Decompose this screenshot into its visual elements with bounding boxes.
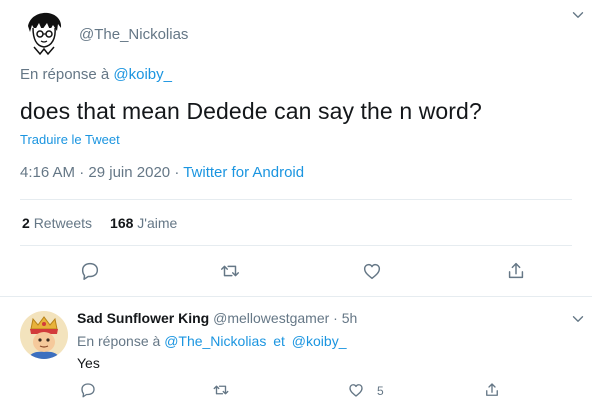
reply-context: En réponse à @The_Nickolias et @koiby_ xyxy=(77,333,346,349)
reply-tweet[interactable]: Sad Sunflower King @mellowestgamer · 5h … xyxy=(0,297,592,411)
tweet-text: does that mean Dedede can say the n word… xyxy=(20,98,482,124)
main-tweet: @The_Nickolias En réponse à @koiby_ does… xyxy=(0,0,592,297)
retweets-label: Retweets xyxy=(33,215,93,231)
reply-to-link[interactable]: @koiby_ xyxy=(292,333,347,349)
tweet-text: Yes xyxy=(77,355,100,371)
meta-separator: · xyxy=(174,164,180,181)
likes-count: 168 xyxy=(110,215,134,231)
reply-prefix: En réponse à xyxy=(20,66,110,83)
reply-icon[interactable] xyxy=(79,260,101,282)
author-name[interactable]: Sad Sunflower King xyxy=(77,310,209,326)
like-icon[interactable] xyxy=(347,381,365,399)
reply-icon[interactable] xyxy=(79,381,97,399)
translate-link[interactable]: Traduire le Tweet xyxy=(20,132,120,147)
header-separator: · xyxy=(333,310,338,326)
author-handle[interactable]: @mellowestgamer xyxy=(213,310,329,326)
retweets-stat[interactable]: 2 Retweets xyxy=(22,215,92,231)
retweet-icon[interactable] xyxy=(219,260,241,282)
tweet-age[interactable]: 5h xyxy=(342,310,358,326)
reply-prefix: En réponse à xyxy=(77,333,161,349)
avatar[interactable] xyxy=(20,8,68,56)
share-icon[interactable] xyxy=(505,260,527,282)
chevron-down-icon[interactable] xyxy=(569,310,587,328)
retweet-icon[interactable] xyxy=(212,381,230,399)
tweet-meta: 4:16 AM · 29 juin 2020 · Twitter for And… xyxy=(20,164,304,181)
chevron-down-icon[interactable] xyxy=(569,6,587,24)
share-icon[interactable] xyxy=(483,381,501,399)
reply-context: En réponse à @koiby_ xyxy=(20,66,172,83)
like-icon[interactable] xyxy=(361,260,383,282)
tweet-source-link[interactable]: Twitter for Android xyxy=(183,164,304,181)
author-handle[interactable]: @The_Nickolias xyxy=(79,26,188,43)
reply-to-link[interactable]: @koiby_ xyxy=(113,66,172,83)
like-count: 5 xyxy=(377,384,384,398)
retweets-count: 2 xyxy=(22,215,30,231)
reply-and: et xyxy=(273,333,285,349)
tweet-stats: 2 Retweets 168 J'aime xyxy=(22,215,177,231)
divider xyxy=(20,245,572,246)
likes-label: J'aime xyxy=(137,215,178,231)
divider xyxy=(20,199,572,200)
tweet-date[interactable]: 29 juin 2020 xyxy=(88,164,170,181)
avatar[interactable] xyxy=(20,311,68,359)
meta-separator: · xyxy=(79,164,85,181)
tweet-time[interactable]: 4:16 AM xyxy=(20,164,75,181)
reply-to-link[interactable]: @The_Nickolias xyxy=(164,333,266,349)
reply-header: Sad Sunflower King @mellowestgamer · 5h xyxy=(77,310,357,326)
likes-stat[interactable]: 168 J'aime xyxy=(110,215,177,231)
